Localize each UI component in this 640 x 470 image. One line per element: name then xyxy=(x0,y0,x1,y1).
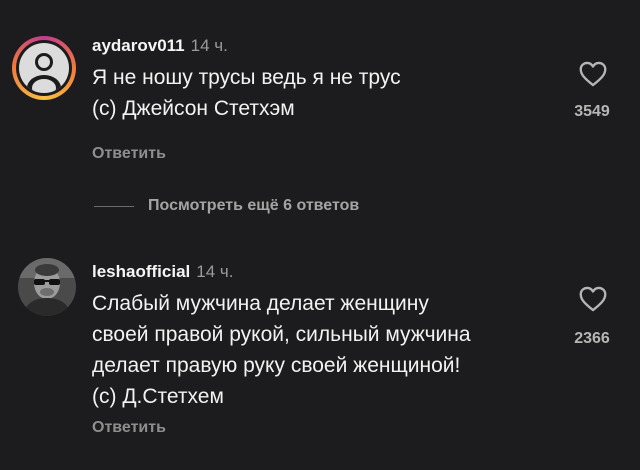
comment-line: Я не ношу трусы ведь я не трус xyxy=(92,66,401,89)
comment-line: (с) Джейсон Стетхэм xyxy=(92,97,295,120)
view-more-replies-label: Посмотреть ещё 6 ответов xyxy=(148,197,360,214)
divider-line xyxy=(94,205,134,207)
heart-outline-icon[interactable] xyxy=(579,286,607,312)
avatar[interactable] xyxy=(12,36,76,100)
reply-button[interactable]: Ответить xyxy=(92,419,166,437)
timestamp: 14 ч. xyxy=(196,262,234,281)
comment-line: (с) Д.Стетхем xyxy=(92,385,224,408)
comment-line: делает правую руку своей женщиной! xyxy=(92,354,461,377)
like-count: 2366 xyxy=(574,330,610,347)
default-avatar-icon xyxy=(16,40,72,96)
comment-line: Слабый мужчина делает женщину xyxy=(92,292,429,315)
comment-header: aydarov011 14 ч. xyxy=(92,36,228,56)
profile-photo xyxy=(18,258,76,316)
comment-line: своей правой рукой, сильный мужчина xyxy=(92,323,471,346)
comment-text: Слабый мужчина делает женщину своей прав… xyxy=(92,288,471,412)
reply-button[interactable]: Ответить xyxy=(92,145,166,163)
comment-text: Я не ношу трусы ведь я не трус (с) Джейс… xyxy=(92,62,401,124)
like-count: 3549 xyxy=(574,103,610,120)
avatar[interactable] xyxy=(18,258,76,316)
username[interactable]: leshaofficial xyxy=(92,262,190,281)
timestamp: 14 ч. xyxy=(190,36,228,55)
view-more-replies-button[interactable]: Посмотреть ещё 6 ответов xyxy=(94,196,359,216)
username[interactable]: aydarov011 xyxy=(92,36,185,55)
comment-header: leshaofficial 14 ч. xyxy=(92,262,233,282)
heart-outline-icon[interactable] xyxy=(579,61,607,87)
